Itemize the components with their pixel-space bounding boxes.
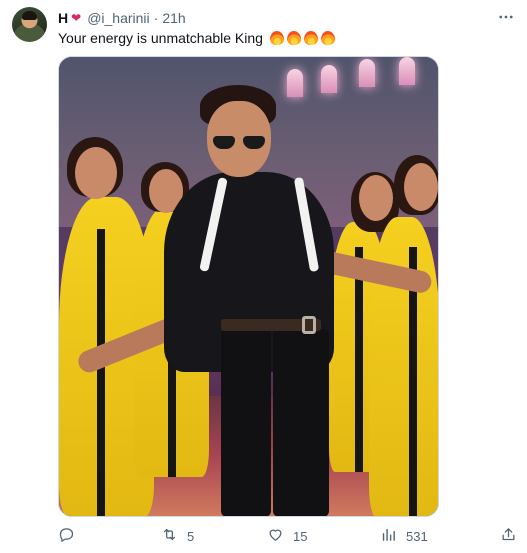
like-count: 15 [293,528,308,544]
heart-emoji-icon: ❤ [71,11,82,25]
fire-emoji-icon [287,31,301,45]
fire-emoji-icon [270,31,284,45]
more-icon[interactable] [497,8,515,31]
window-light [321,65,337,93]
hero-leg [273,329,329,516]
window-light [359,59,375,87]
views-count: 531 [406,528,428,544]
like-button[interactable]: 15 [267,526,307,546]
retweet-icon [161,526,178,546]
reply-button[interactable] [58,526,84,546]
retweet-count: 5 [187,528,195,544]
sunglasses [213,136,267,149]
share-button[interactable] [500,526,517,546]
window-light [287,69,303,97]
dancer-head [75,147,117,199]
window-light [399,57,415,85]
share-icon [500,526,517,546]
hero-leg [221,329,271,516]
author-name[interactable]: H [58,10,68,26]
views-icon [380,526,397,546]
heart-icon [267,526,284,546]
author-handle[interactable]: @i_harinii [87,10,149,26]
dancer-head [404,163,438,211]
fire-emoji-icon [304,31,318,45]
tweet-header: H ❤ @i_harinii · 21h [58,9,186,27]
dancer-head [359,175,393,221]
fire-emoji-icon [321,31,335,45]
avatar[interactable] [12,7,47,42]
belt-buckle [302,316,316,334]
separator-dot: · [153,10,159,26]
tweet[interactable]: H ❤ @i_harinii · 21h Your energy is unma… [0,0,527,553]
tweet-actions: 5 15 531 [58,526,520,548]
reply-icon [58,526,75,546]
tweet-photo[interactable] [58,56,439,517]
timestamp[interactable]: 21h [162,10,185,26]
retweet-button[interactable]: 5 [161,526,194,546]
tweet-text-content: Your energy is unmatchable King [58,30,263,46]
views-button[interactable]: 531 [380,526,428,546]
tweet-text: Your energy is unmatchable King [58,29,335,47]
